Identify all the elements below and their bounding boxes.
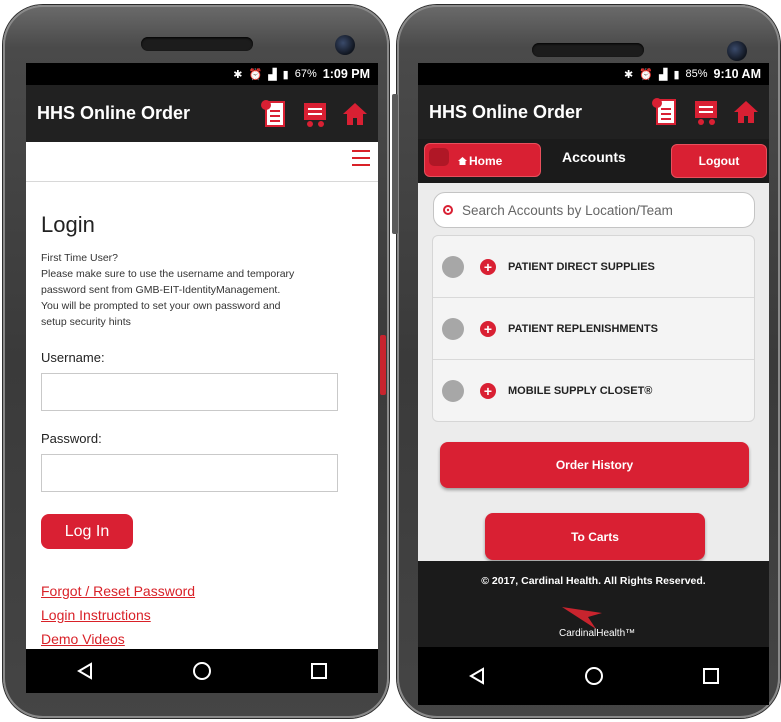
- login-instructions-link[interactable]: Login Instructions: [41, 603, 365, 627]
- note-line: You will be prompted to set your own pas…: [41, 300, 281, 312]
- back-icon[interactable]: [447, 654, 507, 698]
- home-button[interactable]: Home: [424, 143, 541, 177]
- clock: 9:10 AM: [713, 67, 761, 81]
- username-field[interactable]: [41, 373, 338, 411]
- alarm-icon: ⏰: [639, 68, 653, 81]
- screenshot-stage: ✱ ⏰ ▟ ▮ 67% 1:09 PM HHS Online Order Log…: [0, 0, 781, 722]
- plus-icon[interactable]: +: [480, 258, 496, 275]
- clock: 1:09 PM: [322, 67, 370, 81]
- side-button: [392, 94, 398, 234]
- to-carts-button[interactable]: To Carts: [485, 513, 705, 560]
- camera: [727, 41, 747, 61]
- copyright: © 2017, Cardinal Health. All Rights Rese…: [481, 575, 706, 587]
- radio-button[interactable]: [442, 380, 464, 402]
- note-line: password sent from GMB-EIT-IdentityManag…: [41, 284, 281, 296]
- order-history-button[interactable]: Order History: [440, 442, 749, 488]
- accounts-body: Search Accounts by Location/Team + PATIE…: [418, 183, 769, 705]
- recents-icon[interactable]: [681, 654, 741, 698]
- recents-icon[interactable]: [289, 649, 349, 693]
- status-bar: ✱ ⏰ ▟ ▮ 85% 9:10 AM: [418, 63, 769, 85]
- page-title: Accounts: [562, 149, 626, 165]
- password-label: Password:: [41, 431, 102, 446]
- radio-button[interactable]: [442, 255, 464, 278]
- app-title: HHS Online Order: [37, 103, 191, 123]
- note-line: First Time User?: [41, 252, 119, 264]
- logo-text: CardinalHealth™: [559, 628, 636, 639]
- search-icon: [443, 205, 453, 215]
- login-button[interactable]: Log In: [41, 514, 133, 549]
- app-title: HHS Online Order: [429, 101, 583, 122]
- battery-level: 85%: [685, 68, 708, 80]
- account-name: PATIENT DIRECT SUPPLIES: [508, 260, 655, 273]
- first-time-note: First Time User? Please make sure to use…: [41, 250, 365, 330]
- screen-left: ✱ ⏰ ▟ ▮ 67% 1:09 PM HHS Online Order Log…: [26, 63, 378, 693]
- document-icon[interactable]: [260, 99, 288, 129]
- bluetooth-icon: ✱: [233, 68, 243, 81]
- demo-videos-link[interactable]: Demo Videos: [41, 627, 365, 651]
- list-item[interactable]: + MOBILE SUPPLY CLOSET®: [433, 360, 754, 422]
- nav-bar: [418, 647, 769, 705]
- cardinal-health-logo: [562, 607, 602, 629]
- alarm-icon: ⏰: [248, 68, 263, 81]
- account-name: MOBILE SUPPLY CLOSET®: [508, 385, 653, 397]
- home-circle-icon[interactable]: [172, 649, 232, 693]
- speaker: [532, 43, 644, 57]
- bluetooth-icon: ✱: [624, 68, 634, 81]
- app-bar: HHS Online Order: [26, 85, 378, 142]
- camera: [335, 35, 355, 55]
- signal-icon: ▟: [268, 68, 277, 81]
- battery-icon: ▮: [282, 68, 289, 81]
- forgot-password-link[interactable]: Forgot / Reset Password: [41, 579, 365, 603]
- home-circle-icon[interactable]: [564, 654, 624, 698]
- search-input[interactable]: Search Accounts by Location/Team: [433, 192, 755, 228]
- app-bar: HHS Online Order: [418, 85, 769, 139]
- signal-icon: ▟: [658, 68, 668, 81]
- home-button-label: Home: [469, 154, 503, 168]
- cart-icon[interactable]: [691, 98, 721, 126]
- cart-icon[interactable]: [300, 100, 330, 128]
- list-item[interactable]: + PATIENT DIRECT SUPPLIES: [433, 236, 754, 298]
- help-links: Forgot / Reset Password Login Instructio…: [41, 579, 365, 651]
- home-button-knob: [429, 148, 449, 166]
- logout-button[interactable]: Logout: [671, 144, 767, 178]
- login-title: Login: [41, 212, 95, 237]
- home-icon[interactable]: [733, 99, 759, 125]
- menu-icon[interactable]: [352, 150, 370, 166]
- speaker: [141, 37, 253, 51]
- username-label: Username:: [41, 350, 105, 365]
- side-button: [380, 335, 386, 395]
- nav-bar: [26, 649, 378, 693]
- back-icon[interactable]: [55, 649, 115, 693]
- plus-icon[interactable]: +: [480, 320, 496, 337]
- password-field[interactable]: [41, 454, 338, 492]
- accounts-header: Home Accounts Logout: [418, 139, 769, 183]
- plus-icon[interactable]: +: [480, 383, 496, 399]
- menu-bar: [26, 142, 378, 182]
- search-placeholder: Search Accounts by Location/Team: [462, 202, 673, 218]
- battery-level: 67%: [294, 68, 317, 80]
- account-name: PATIENT REPLENISHMENTS: [508, 322, 658, 335]
- note-line: setup security hints: [41, 316, 131, 328]
- note-line: Please make sure to use the username and…: [41, 268, 295, 280]
- radio-button[interactable]: [442, 317, 464, 340]
- list-item[interactable]: + PATIENT REPLENISHMENTS: [433, 298, 754, 360]
- login-form: Login First Time User? Please make sure …: [26, 182, 378, 651]
- document-icon[interactable]: [651, 97, 679, 127]
- home-small-icon: [458, 157, 467, 165]
- battery-icon: ▮: [673, 68, 680, 81]
- screen-right: ✱ ⏰ ▟ ▮ 85% 9:10 AM HHS Online Order Hom…: [418, 63, 769, 705]
- accounts-list: + PATIENT DIRECT SUPPLIES + PATIENT REPL…: [432, 235, 755, 422]
- home-icon[interactable]: [342, 101, 368, 127]
- status-bar: ✱ ⏰ ▟ ▮ 67% 1:09 PM: [26, 63, 378, 85]
